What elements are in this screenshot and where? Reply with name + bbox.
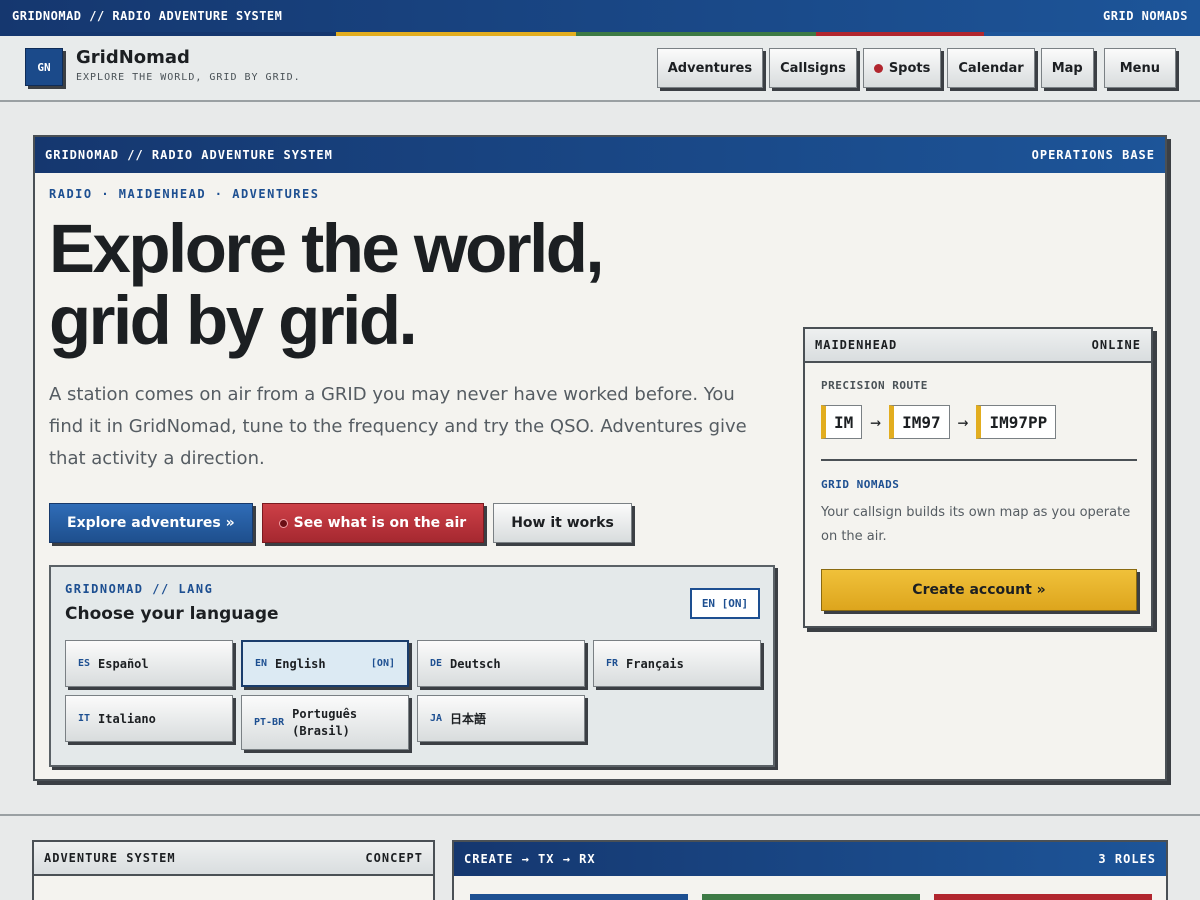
precision-route-label: PRECISION ROUTE (821, 379, 928, 392)
how-it-works-button[interactable]: How it works (493, 503, 632, 543)
language-code: PT-BR (254, 717, 285, 728)
nav-spots-label: Spots (888, 60, 931, 76)
hero-panel-header: GRIDNOMAD // RADIO ADVENTURE SYSTEM OPER… (35, 137, 1165, 173)
hero-panel-title: GRIDNOMAD // RADIO ADVENTURE SYSTEM (45, 148, 333, 162)
hero-title-line2: grid by grid. (49, 282, 418, 359)
section-divider (0, 814, 1200, 816)
language-code: ES (78, 658, 91, 669)
language-option-it[interactable]: IT Italiano (65, 695, 233, 742)
maidenhead-card-title: MAIDENHEAD (815, 338, 898, 352)
language-name: Español (98, 656, 149, 671)
language-panel: GRIDNOMAD // LANG Choose your language E… (49, 565, 775, 767)
brand-name[interactable]: GridNomad (76, 47, 190, 68)
language-code: JA (430, 713, 443, 724)
top-bar-title: GRIDNOMAD // RADIO ADVENTURE SYSTEM (12, 9, 283, 23)
create-account-button[interactable]: Create account » (821, 569, 1137, 611)
grid-nomads-text: Your callsign builds its own map as you … (821, 505, 1131, 544)
nav-adventures[interactable]: Adventures (656, 48, 764, 88)
hero-panel-status: OPERATIONS BASE (1031, 148, 1155, 162)
menu-button[interactable]: Menu (1103, 48, 1176, 88)
role-card-create (470, 894, 688, 900)
on-air-button[interactable]: See what is on the air (261, 503, 485, 543)
language-code: DE (430, 658, 443, 669)
language-kicker: GRIDNOMAD // LANG (65, 582, 214, 596)
current-language-badge: EN [ON] (690, 588, 760, 619)
nav-calendar[interactable]: Calendar (947, 48, 1035, 88)
hero-lead: A station comes on air from a GRID you m… (49, 384, 747, 469)
route-chip-subsquare: IM97PP (976, 405, 1057, 439)
maidenhead-card-header: MAIDENHEAD ONLINE (805, 329, 1151, 363)
on-air-label: See what is on the air (293, 515, 467, 531)
language-code: EN (255, 658, 268, 669)
grid-nomads-label: GRID NOMADS (821, 478, 900, 491)
roles-panel-header: CREATE → TX → RX 3 ROLES (454, 842, 1166, 876)
card-divider (821, 459, 1137, 461)
language-name: Français (626, 656, 684, 671)
language-code: IT (78, 713, 91, 724)
language-active-marker: [ON] (370, 658, 395, 669)
top-bar-right-label: GRID NOMADS (1103, 9, 1188, 23)
language-option-fr[interactable]: FR Français (593, 640, 761, 687)
language-option-de[interactable]: DE Deutsch (417, 640, 585, 687)
arrow-right-icon: → (870, 411, 882, 433)
maidenhead-card: MAIDENHEAD ONLINE PRECISION ROUTE IM → I… (803, 327, 1153, 628)
nav-callsigns[interactable]: Callsigns (769, 48, 857, 88)
hero-title: Explore the world, grid by grid. (49, 213, 809, 357)
route-chip-square: IM97 (889, 405, 950, 439)
adventure-system-title: ADVENTURE SYSTEM (44, 851, 176, 865)
language-option-en[interactable]: EN English [ON] (241, 640, 409, 687)
language-option-ja[interactable]: JA 日本語 (417, 695, 585, 742)
language-title: Choose your language (65, 604, 279, 624)
language-name: 日本語 (450, 712, 487, 726)
route-chip-field: IM (821, 405, 863, 439)
site-header: GN GridNomad EXPLORE THE WORLD, GRID BY … (0, 36, 1200, 102)
hero-panel: GRIDNOMAD // RADIO ADVENTURE SYSTEM OPER… (33, 135, 1167, 781)
top-bar: GRIDNOMAD // RADIO ADVENTURE SYSTEM GRID… (0, 0, 1200, 32)
role-card-rx (934, 894, 1152, 900)
roles-panel-title: CREATE → TX → RX (464, 852, 596, 866)
maidenhead-card-status: ONLINE (1091, 338, 1141, 352)
roles-panel-count: 3 ROLES (1098, 852, 1156, 866)
live-dot-icon (873, 63, 883, 73)
arrow-right-icon: → (957, 411, 969, 433)
language-name: Deutsch (450, 656, 501, 671)
main-nav: Adventures Callsigns Spots Calendar Map … (656, 48, 1176, 88)
hero-actions: Explore adventures » See what is on the … (49, 503, 632, 543)
language-option-es[interactable]: ES Español (65, 640, 233, 687)
language-grid: ES Español EN English [ON] DE Deutsch FR Fran… (65, 640, 761, 750)
hero-kicker: RADIO · MAIDENHEAD · ADVENTURES (49, 187, 320, 201)
role-card-tx (702, 894, 920, 900)
logo[interactable]: GN (25, 48, 63, 86)
nav-spots[interactable]: Spots (862, 48, 942, 88)
explore-adventures-button[interactable]: Explore adventures » (49, 503, 253, 543)
adventure-system-panel: ADVENTURE SYSTEM CONCEPT (32, 840, 435, 900)
roles-panel: CREATE → TX → RX 3 ROLES (452, 840, 1168, 900)
language-option-pt-br[interactable]: PT-BR Português (Brasil) (241, 695, 409, 750)
adventure-system-tag: CONCEPT (365, 851, 423, 865)
adventure-system-header: ADVENTURE SYSTEM CONCEPT (34, 842, 433, 876)
live-dot-icon (278, 518, 288, 528)
language-name: Italiano (98, 711, 156, 726)
language-code: FR (606, 658, 619, 669)
nav-map[interactable]: Map (1040, 48, 1094, 88)
precision-route: IM → IM97 → IM97PP (821, 405, 1057, 439)
language-name: Português (Brasil) (292, 706, 358, 738)
brand-tagline: EXPLORE THE WORLD, GRID BY GRID. (76, 72, 301, 83)
language-name: English (275, 656, 326, 671)
hero-title-line1: Explore the world, (49, 210, 605, 287)
